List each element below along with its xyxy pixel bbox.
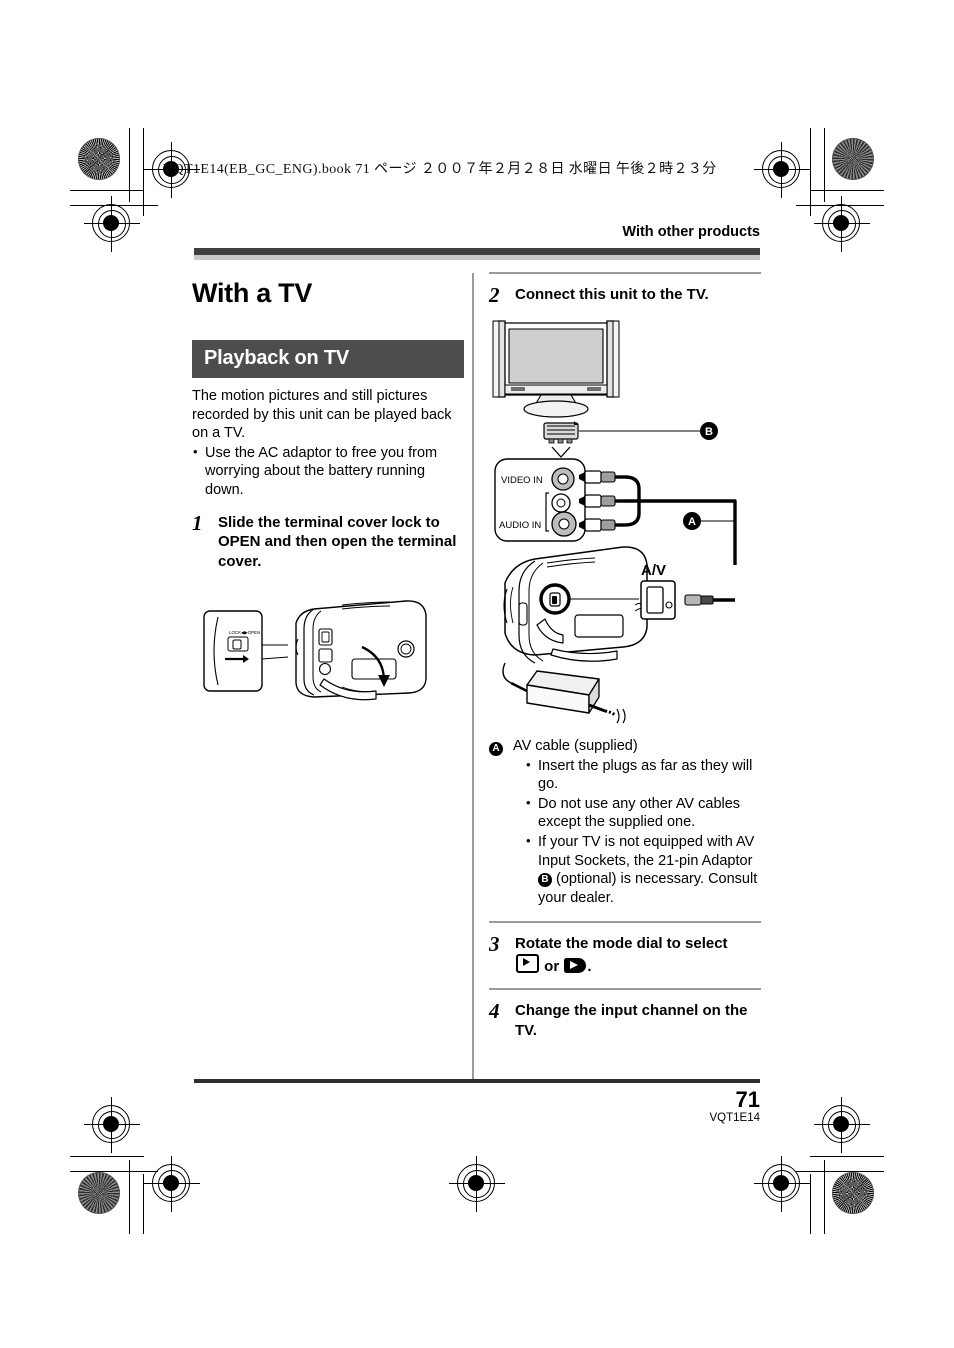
crop-line [70,205,158,206]
step-3: 3 Rotate the mode dial to select or . [489,934,761,976]
printer-star-target-top-right [832,138,874,180]
svg-text:A: A [688,516,696,528]
step3-or: or [544,957,560,975]
page-number: 71 [735,1087,760,1112]
step-number: 4 [489,999,500,1024]
crop-line [824,1160,825,1234]
step-1: 1 Slide the terminal cover lock to OPEN … [192,510,464,572]
list-item: Use the AC adaptor to free you from worr… [192,443,464,500]
rule-above-step4 [489,988,761,991]
section-heading: Playback on TV [192,340,464,378]
step-number: 1 [192,510,203,535]
callout-b-badge: B [538,873,552,888]
header-rule-dark [194,248,760,255]
callout-a-marker: A [683,512,701,530]
step-text: Change the input channel on the TV. [515,1002,748,1039]
av-cable-title: AV cable (supplied) [513,738,638,754]
crop-line [810,128,811,216]
movie-playback-icon [564,957,587,973]
header-rule-light [194,255,760,260]
list-item: Insert the plugs as far as they will go. [525,756,761,794]
column-divider [472,273,474,1081]
crop-line [810,1156,884,1157]
tv-connection-figure: VIDEO IN AUDIO IN A/V B A [489,319,761,729]
list-item: If your TV is not equipped with AV Input… [525,832,761,907]
camera-terminal-cover-figure: LOCK◀▶OPEN [192,587,464,707]
step-text: Slide the terminal cover lock to OPEN an… [218,513,457,570]
step-text: Connect this unit to the TV. [515,286,709,303]
printer-star-target-top-left [78,138,120,180]
av-cable-bullet-list: Insert the plugs as far as they will go.… [513,756,761,908]
step-2: 2 Connect this unit to the TV. [489,283,761,307]
running-head: With other products [622,224,760,240]
rule-above-step2 [489,272,761,274]
callout-a-badge: A [489,742,503,756]
registration-mark-right-upper [814,196,870,252]
crop-line [796,1171,884,1172]
crop-line [129,1160,130,1234]
step-text: Rotate the mode dial to select or . [515,934,728,976]
book-file-info: VQT1E14(EB_GC_ENG).book 71 ページ ２００７年２月２８… [163,162,717,177]
printer-star-target-bottom-left [78,1172,120,1214]
bullet-text-part1: If your TV is not equipped with AV Input… [538,833,755,869]
playback-play-icon [516,953,539,973]
registration-mark-left-lower [84,1097,140,1153]
crop-line [143,1174,144,1234]
step-4: 4 Change the input channel on the TV. [489,1001,761,1040]
registration-mark-bottom-right [754,1156,810,1212]
crop-line [70,190,144,191]
bullet-text-part2: (optional) is necessary. Consult your de… [538,871,758,906]
left-column: With a TV Playback on TV The motion pict… [192,272,464,707]
page-code: VQT1E14 [709,1112,761,1124]
crop-line [810,190,884,191]
rule-above-step3 [489,921,761,924]
lock-open-label: LOCK◀▶OPEN [229,630,260,635]
intro-paragraph: The motion pictures and still pictures r… [192,388,452,442]
audio-in-label: AUDIO IN [499,520,541,531]
footer-rule [194,1079,760,1083]
callout-a-lead: A [489,737,513,907]
crop-line [70,1156,144,1157]
registration-mark-bottom-center [449,1156,505,1212]
step-number: 2 [489,283,500,307]
step-number: 3 [489,932,500,957]
av-cable-notes: A AV cable (supplied) Insert the plugs a… [489,737,761,907]
crop-line [810,1174,811,1234]
video-in-label: VIDEO IN [501,475,543,486]
registration-mark-top-right [754,142,810,198]
page-title: With a TV [192,278,313,308]
crop-line [70,1171,158,1172]
crop-line [143,128,144,216]
step3-period: . [587,957,592,975]
printer-star-target-bottom-right [832,1172,874,1214]
registration-mark-right-lower [814,1097,870,1153]
step3-text-part1: Rotate the mode dial to select [515,935,728,953]
crop-line [129,128,130,202]
callout-b-marker: B [700,422,718,440]
registration-mark-bottom-left [144,1156,200,1212]
svg-text:B: B [705,426,713,438]
right-column: 2 Connect this unit to the TV. VIDEO IN … [489,272,761,1040]
intro-bullet-list: Use the AC adaptor to free you from worr… [192,443,464,500]
registration-mark-left-upper [84,196,140,252]
list-item: Do not use any other AV cables except th… [525,794,761,832]
av-port-label: A/V [641,562,666,579]
crop-line [824,128,825,202]
